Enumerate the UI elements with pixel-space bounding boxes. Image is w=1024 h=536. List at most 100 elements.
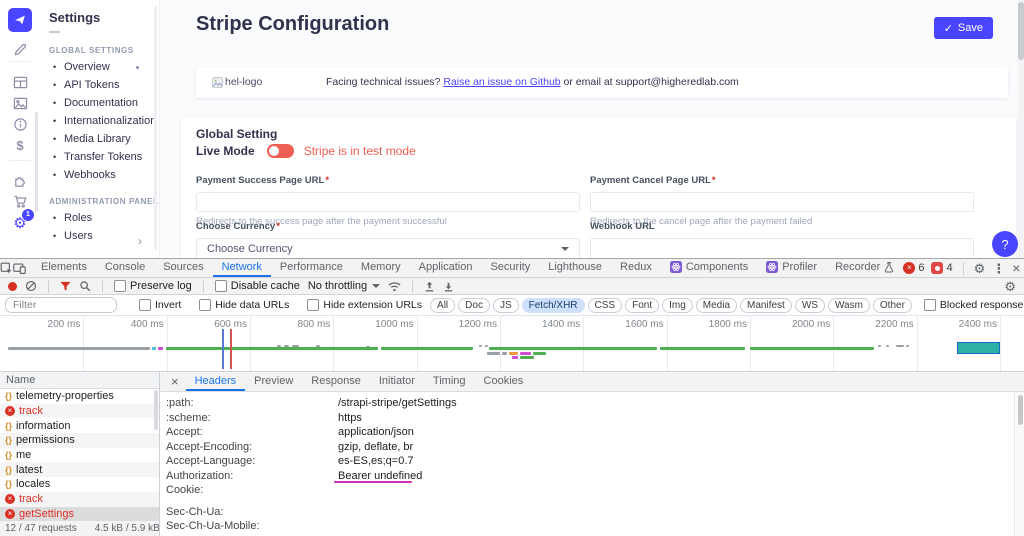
filter-pill-doc[interactable]: Doc (458, 297, 490, 313)
details-tab-headers[interactable]: Headers (185, 372, 246, 391)
filter-pill-manifest[interactable]: Manifest (740, 297, 792, 313)
devtools-tab-elements[interactable]: Elements (32, 259, 96, 277)
collapse-chevron-icon[interactable]: › (138, 234, 142, 248)
checkbox[interactable] (214, 280, 227, 292)
hide-data-urls-checkbox[interactable]: Hide data URLs (199, 299, 289, 311)
request-list-scrollbar[interactable] (154, 390, 158, 430)
export-har-icon[interactable] (443, 281, 454, 292)
devtools-tab-console[interactable]: Console (96, 259, 154, 277)
cancel-url-input[interactable] (590, 192, 974, 212)
sidebar-item-internationalization[interactable]: • Internationalization (40, 112, 159, 130)
details-tab-timing[interactable]: Timing (424, 372, 475, 391)
checkbox[interactable] (139, 299, 151, 311)
success-url-input[interactable] (196, 192, 580, 212)
sidebar-item-media-library[interactable]: • Media Library (40, 130, 159, 148)
checkbox[interactable] (923, 299, 936, 311)
page-scrollbar[interactable] (1018, 0, 1024, 258)
network-conditions-icon[interactable] (388, 280, 401, 293)
settings-nav-scrollbar[interactable] (154, 6, 157, 250)
request-row-locales[interactable]: {} locales (0, 477, 159, 492)
details-tab-response[interactable]: Response (302, 372, 370, 391)
devtools-close-icon[interactable]: × (1012, 261, 1020, 275)
filter-pill-js[interactable]: JS (492, 297, 519, 313)
sidebar-item-transfer-tokens[interactable]: • Transfer Tokens (40, 148, 159, 166)
request-row-telemetry-properties[interactable]: {} telemetry-properties (0, 389, 159, 404)
request-row-information[interactable]: {} information (0, 418, 159, 433)
checkbox[interactable] (114, 280, 126, 292)
help-button[interactable]: ? (992, 231, 1018, 257)
webhook-input[interactable] (590, 238, 974, 258)
filter-input[interactable] (5, 297, 117, 313)
devtools-tab-components[interactable]: Components (661, 259, 757, 277)
request-row-latest[interactable]: {} latest (0, 462, 159, 478)
marketplace-icon[interactable] (0, 192, 40, 210)
details-tab-initiator[interactable]: Initiator (370, 372, 424, 391)
devtools-tab-memory[interactable]: Memory (352, 259, 410, 277)
request-row-track[interactable]: × track (0, 403, 159, 419)
sidebar-item-overview[interactable]: • Overview (40, 58, 159, 76)
disable-cache-checkbox[interactable]: Disable cache (214, 280, 300, 292)
currency-select[interactable]: Choose Currency (196, 238, 580, 258)
save-button[interactable]: ✓ Save (933, 17, 993, 39)
hide-extension-urls-checkbox[interactable]: Hide extension URLs (307, 299, 422, 311)
devtools-tab-performance[interactable]: Performance (271, 259, 352, 277)
checkbox[interactable] (307, 299, 320, 311)
blocked-response-cookies-checkbox[interactable]: Blocked response cookies (923, 299, 1024, 311)
devtools-tab-network[interactable]: Network (212, 259, 271, 277)
details-scrollbar[interactable] (1014, 392, 1024, 536)
filter-pill-css[interactable]: CSS (587, 297, 623, 313)
page-scrollbar-thumb[interactable] (1018, 2, 1024, 60)
filter-pill-fetch-xhr[interactable]: Fetch/XHR (521, 297, 585, 313)
record-button[interactable] (8, 281, 17, 291)
devtools-tab-profiler[interactable]: Profiler (757, 259, 826, 277)
devtools-tab-lighthouse[interactable]: Lighthouse (539, 259, 611, 277)
device-toolbar-icon[interactable] (13, 259, 26, 277)
devtools-tab-security[interactable]: Security (481, 259, 539, 277)
import-har-icon[interactable] (424, 281, 435, 292)
sidebar-item-webhooks[interactable]: • Webhooks (40, 166, 159, 184)
sidebar-item-roles[interactable]: • Roles (40, 209, 159, 227)
devtools-tab-redux[interactable]: Redux (611, 259, 661, 277)
sidebar-item-api-tokens[interactable]: • API Tokens (40, 76, 159, 94)
media-library-icon[interactable] (0, 94, 40, 112)
network-overview[interactable]: 200 ms 400 ms 600 ms 800 ms 1000 ms 1200 ms 14… (0, 316, 1024, 372)
info-icon[interactable] (0, 115, 40, 133)
details-tab-cookies[interactable]: Cookies (475, 372, 533, 391)
github-issue-link[interactable]: Raise an issue on Github (443, 76, 560, 88)
request-row-me[interactable]: {} me (0, 448, 159, 463)
close-details-icon[interactable]: × (164, 374, 186, 389)
details-scrollbar-thumb[interactable] (1017, 395, 1023, 425)
strapi-logo[interactable] (8, 8, 32, 32)
plugins-icon[interactable] (0, 171, 40, 189)
throttling-dropdown[interactable]: No throttling (308, 280, 381, 292)
details-tab-preview[interactable]: Preview (245, 372, 302, 391)
kebab-menu-icon[interactable]: ⋮ (992, 262, 1005, 275)
content-type-builder-icon[interactable] (0, 73, 40, 91)
error-count-badge[interactable]: × 6 (903, 262, 924, 274)
clear-icon[interactable] (25, 280, 37, 292)
filter-pill-media[interactable]: Media (695, 297, 738, 313)
network-settings-gear-icon[interactable]: ⚙ (1004, 280, 1016, 293)
sidebar-item-documentation[interactable]: • Documentation (40, 94, 159, 112)
filter-pill-font[interactable]: Font (625, 297, 660, 313)
issues-count-badge[interactable]: 4 (931, 262, 953, 274)
live-mode-toggle[interactable] (266, 144, 294, 158)
filter-pill-all[interactable]: All (430, 297, 456, 313)
content-manager-icon[interactable] (0, 40, 40, 58)
filter-pill-ws[interactable]: WS (794, 297, 825, 313)
devtools-tab-application[interactable]: Application (410, 259, 482, 277)
devtools-settings-gear-icon[interactable]: ⚙ (974, 262, 986, 275)
filter-pill-img[interactable]: Img (662, 297, 693, 313)
filter-pill-wasm[interactable]: Wasm (827, 297, 870, 313)
preserve-log-checkbox[interactable]: Preserve log (114, 280, 192, 292)
rail-scrollbar[interactable] (35, 112, 38, 212)
checkbox[interactable] (199, 299, 212, 311)
request-row-track[interactable]: × track (0, 491, 159, 507)
name-column-header[interactable]: Name (0, 372, 159, 389)
filter-pill-other[interactable]: Other (872, 297, 912, 313)
invert-checkbox[interactable]: Invert (139, 299, 181, 311)
filter-funnel-icon[interactable] (60, 281, 71, 292)
devtools-tab-sources[interactable]: Sources (154, 259, 212, 277)
search-icon[interactable] (79, 280, 91, 292)
inspect-element-icon[interactable] (0, 259, 13, 277)
